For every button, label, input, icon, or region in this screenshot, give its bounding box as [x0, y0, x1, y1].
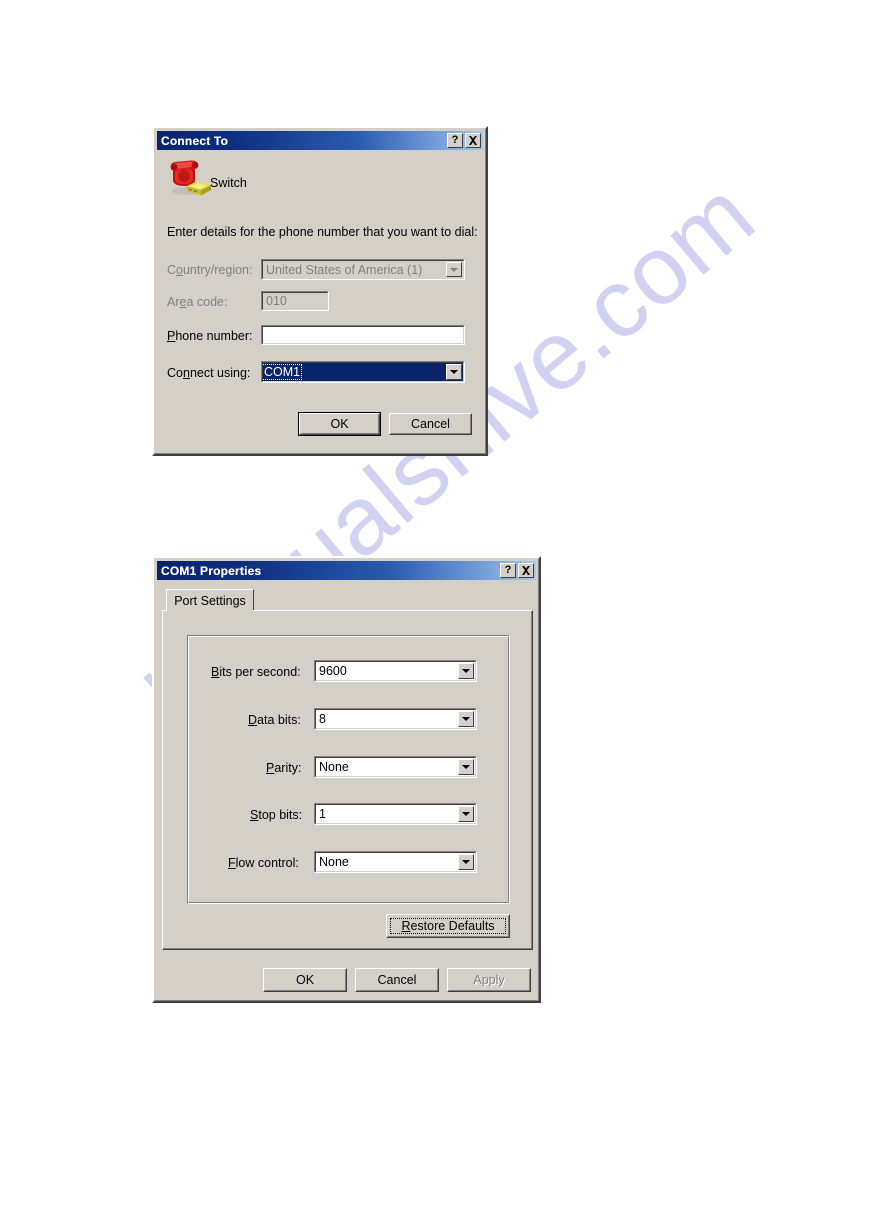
chevron-down-icon[interactable] — [458, 806, 474, 822]
connect-using-combobox[interactable]: COM1 — [261, 361, 465, 383]
arrow-shape — [450, 370, 458, 374]
area-code-value: 010 — [262, 292, 328, 310]
dial-instruction-text: Enter details for the phone number that … — [167, 225, 478, 239]
chevron-down-icon[interactable] — [458, 711, 474, 727]
close-x-shape — [469, 136, 477, 145]
data-bits-value: 8 — [315, 709, 476, 729]
phone-modem-svg — [170, 160, 211, 196]
parity-value: None — [315, 757, 476, 777]
label-post: ata bits: — [257, 713, 301, 727]
tab-port-settings-label: Port Settings — [174, 593, 246, 608]
chevron-down-icon[interactable] — [446, 262, 462, 277]
arrow-shape — [450, 267, 458, 272]
com1-title: COM1 Properties — [161, 563, 262, 578]
flow-control-label: Flow control: — [228, 856, 299, 870]
arrow-shape — [462, 717, 470, 721]
com1-titlebar[interactable]: COM1 Properties ? — [157, 561, 536, 580]
ok-button-label: OK — [330, 417, 349, 431]
label-mnemonic: D — [248, 713, 258, 727]
help-glyph: ? — [504, 564, 512, 576]
country-region-combobox[interactable]: United States of America (1) — [261, 259, 465, 280]
parity-combobox[interactable]: None — [314, 756, 477, 778]
flow-control-combobox[interactable]: None — [314, 851, 477, 873]
help-icon[interactable]: ? — [447, 133, 463, 148]
close-icon[interactable] — [518, 563, 534, 578]
label-mnemonic: o — [176, 263, 183, 277]
restore-defaults-label: Restore Defaults — [401, 919, 494, 933]
bits-per-second-label: Bits per second: — [211, 665, 301, 679]
connect-to-dialog: Connect To ? Switch Enter details for th… — [152, 126, 488, 456]
apply-button-label: Apply — [473, 973, 505, 987]
ok-button-label: OK — [295, 973, 315, 987]
connect-using-label: Connect using: — [167, 366, 250, 380]
chevron-down-icon[interactable] — [446, 364, 462, 380]
chevron-down-icon[interactable] — [458, 663, 474, 679]
area-code-input[interactable]: 010 — [261, 291, 329, 311]
arrow-shape — [462, 765, 470, 769]
arrow-shape — [462, 669, 470, 673]
label-post: arity: — [274, 761, 302, 775]
tab-port-settings[interactable]: Port Settings — [166, 589, 254, 611]
label-post: low control: — [235, 856, 299, 870]
country-region-value: United States of America (1) — [262, 260, 464, 279]
ok-button[interactable]: OK — [298, 412, 381, 436]
label-post: top bits: — [258, 808, 303, 822]
com1-properties-dialog: COM1 Properties ? Port Settings Bits per… — [152, 556, 541, 1003]
chevron-down-icon[interactable] — [458, 854, 474, 870]
apply-button[interactable]: Apply — [447, 968, 531, 992]
stop-bits-combobox[interactable]: 1 — [314, 803, 477, 825]
connect-to-title: Connect To — [161, 133, 229, 148]
label-pre: Co — [167, 366, 183, 380]
label-pre: C — [167, 263, 177, 277]
label-mnemonic: F — [228, 856, 236, 870]
connection-name-label: Switch — [210, 176, 247, 190]
phone-modem-icon — [167, 158, 213, 198]
cancel-button[interactable]: Cancel — [355, 968, 439, 992]
ok-button[interactable]: OK — [263, 968, 347, 992]
close-x-shape — [522, 566, 530, 575]
restore-defaults-button[interactable]: Restore Defaults — [386, 914, 510, 938]
label-post: hone number: — [175, 329, 253, 343]
bits-per-second-value: 9600 — [315, 661, 476, 681]
label-post: estore Defaults — [410, 919, 495, 933]
phone-number-value — [262, 326, 464, 344]
cancel-button-label: Cancel — [377, 973, 417, 987]
stop-bits-label: Stop bits: — [250, 808, 302, 822]
connect-using-value: COM1 — [263, 364, 303, 380]
country-region-label: Country/region: — [167, 263, 252, 277]
close-icon[interactable] — [465, 133, 481, 148]
chevron-down-icon[interactable] — [458, 759, 474, 775]
arrow-shape — [462, 860, 470, 864]
arrow-shape — [462, 812, 470, 816]
tab-seam-cover — [167, 609, 253, 612]
label-mnemonic: n — [182, 366, 190, 380]
phone-number-input[interactable] — [261, 325, 465, 345]
cancel-button-label: Cancel — [411, 417, 450, 431]
cancel-button[interactable]: Cancel — [389, 413, 472, 435]
connect-to-titlebar[interactable]: Connect To ? — [157, 131, 483, 150]
connect-using-value-wrap: COM1 — [262, 362, 464, 382]
label-pre: Ar — [167, 295, 180, 309]
area-code-label: Area code: — [167, 295, 227, 309]
parity-label: Parity: — [266, 761, 301, 775]
data-bits-label: Data bits: — [248, 713, 301, 727]
phone-number-label: Phone number: — [167, 329, 252, 343]
label-post: untry/region: — [182, 263, 253, 277]
bits-per-second-combobox[interactable]: 9600 — [314, 660, 477, 682]
data-bits-combobox[interactable]: 8 — [314, 708, 477, 730]
label-post: nect using: — [189, 366, 251, 380]
help-glyph: ? — [451, 134, 459, 146]
stop-bits-value: 1 — [315, 804, 476, 824]
help-icon[interactable]: ? — [500, 563, 516, 578]
label-post: a code: — [186, 295, 228, 309]
flow-control-value: None — [315, 852, 476, 872]
label-post: its per second: — [219, 665, 301, 679]
